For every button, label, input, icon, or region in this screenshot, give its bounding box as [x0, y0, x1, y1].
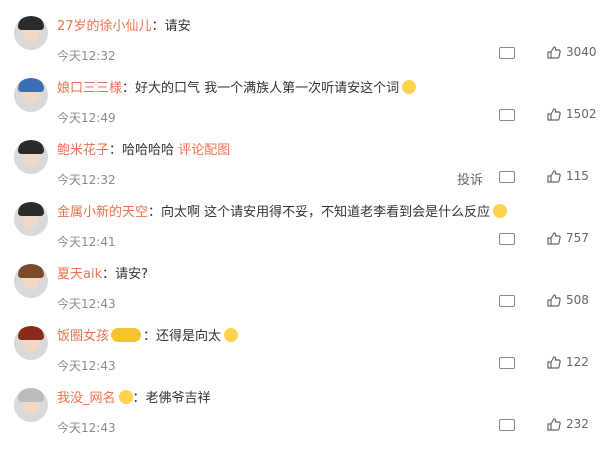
timestamp: 今天12:41: [57, 235, 116, 249]
separator: ：: [122, 81, 136, 96]
thumbs-up-icon[interactable]: [547, 232, 561, 245]
thumbs-up-icon[interactable]: [547, 418, 561, 431]
avatar[interactable]: [14, 326, 48, 360]
comment-line: 娘口三三様：好大的口气 我一个满族人第一次听请安这个词: [57, 80, 580, 98]
like-count: 115: [566, 169, 589, 183]
like-count: 3040: [566, 45, 597, 59]
username-link[interactable]: 夏天aik: [57, 267, 102, 282]
separator: ：: [109, 143, 123, 158]
comment-item: 饭圈女孩 ：还得是向太 今天12:43 122: [0, 324, 600, 386]
vip-badge-icon: [111, 328, 142, 342]
username-link[interactable]: 鲍米花子: [57, 143, 109, 158]
username-link[interactable]: 饭圈女孩: [57, 329, 109, 344]
reply-icon[interactable]: [499, 47, 515, 59]
like-count: 232: [566, 417, 589, 431]
separator: ：: [132, 391, 146, 406]
reply-icon[interactable]: [499, 109, 515, 121]
comment-text: 向太啊 这个请安用得不妥，不知道老李看到会是什么反应: [161, 205, 491, 220]
comment-text: 请安: [164, 19, 191, 34]
like-count: 508: [566, 293, 589, 307]
comment-item: 鲍米花子：哈哈哈哈 评论配图 今天12:32 投诉 115: [0, 138, 600, 200]
comment-text: 还得是向太: [156, 329, 222, 344]
comment-text: 哈哈哈哈: [122, 143, 175, 158]
comment-line: 饭圈女孩 ：还得是向太: [57, 328, 580, 346]
avatar[interactable]: [14, 388, 48, 422]
avatar[interactable]: [14, 140, 48, 174]
comment-text: 好大的口气 我一个满族人第一次听请安这个词: [135, 81, 400, 96]
timestamp: 今天12:32: [57, 49, 116, 63]
separator: ：: [151, 19, 165, 34]
comment-item: 我没_网名 ：老佛爷吉祥 今天12:43 232: [0, 386, 600, 448]
comment-item: 金属小新的天空：向太啊 这个请安用得不妥，不知道老李看到会是什么反应 今天12:…: [0, 200, 600, 262]
separator: ：: [148, 205, 162, 220]
thumbs-up-icon[interactable]: [547, 46, 561, 59]
reply-icon[interactable]: [499, 357, 515, 369]
comment-line: 27岁的徐小仙儿：请安: [57, 18, 580, 36]
username-link[interactable]: 我没_网名: [57, 391, 116, 406]
reply-icon[interactable]: [499, 419, 515, 431]
username-link[interactable]: 娘口三三様: [57, 81, 122, 96]
timestamp: 今天12:43: [57, 421, 116, 435]
like-count: 122: [566, 355, 589, 369]
avatar[interactable]: [14, 264, 48, 298]
separator: ：: [102, 267, 116, 282]
like-count: 757: [566, 231, 589, 245]
thumbs-up-icon[interactable]: [547, 108, 561, 121]
comment-text: 老佛爷吉祥: [145, 391, 211, 406]
separator: ：: [143, 329, 157, 344]
comment-line: 金属小新的天空：向太啊 这个请安用得不妥，不知道老李看到会是什么反应: [57, 204, 580, 222]
crown-badge-icon: [118, 390, 133, 404]
avatar[interactable]: [14, 202, 48, 236]
reply-icon[interactable]: [499, 233, 515, 245]
thumbs-up-emoji-icon: [224, 328, 239, 342]
comment-line: 夏天aik：请安?: [57, 266, 580, 284]
avatar[interactable]: [14, 78, 48, 112]
comment-item: 夏天aik：请安? 今天12:43 508: [0, 262, 600, 324]
comment-line: 我没_网名 ：老佛爷吉祥: [57, 390, 580, 408]
report-button[interactable]: 投诉: [457, 169, 483, 188]
timestamp: 今天12:49: [57, 111, 116, 125]
username-link[interactable]: 金属小新的天空: [57, 205, 148, 220]
comment-item: 27岁的徐小仙儿：请安 今天12:32 3040: [0, 14, 600, 76]
timestamp: 今天12:43: [57, 297, 116, 311]
emoji-icon: [493, 204, 508, 218]
reply-icon[interactable]: [499, 295, 515, 307]
comment-item: 娘口三三様：好大的口气 我一个满族人第一次听请安这个词 今天12:49 1502: [0, 76, 600, 138]
thumbs-up-icon[interactable]: [547, 170, 561, 183]
like-count: 1502: [566, 107, 597, 121]
comment-line: 鲍米花子：哈哈哈哈 评论配图: [57, 142, 580, 160]
username-link[interactable]: 27岁的徐小仙儿: [57, 19, 152, 34]
timestamp: 今天12:43: [57, 359, 116, 373]
avatar[interactable]: [14, 16, 48, 50]
emoji-icon: [402, 80, 417, 94]
thumbs-up-icon[interactable]: [547, 294, 561, 307]
reply-icon[interactable]: [499, 171, 515, 183]
image-link[interactable]: 评论配图: [178, 143, 230, 158]
thumbs-up-icon[interactable]: [547, 356, 561, 369]
comment-text: 请安?: [115, 267, 149, 282]
timestamp: 今天12:32: [57, 173, 116, 187]
